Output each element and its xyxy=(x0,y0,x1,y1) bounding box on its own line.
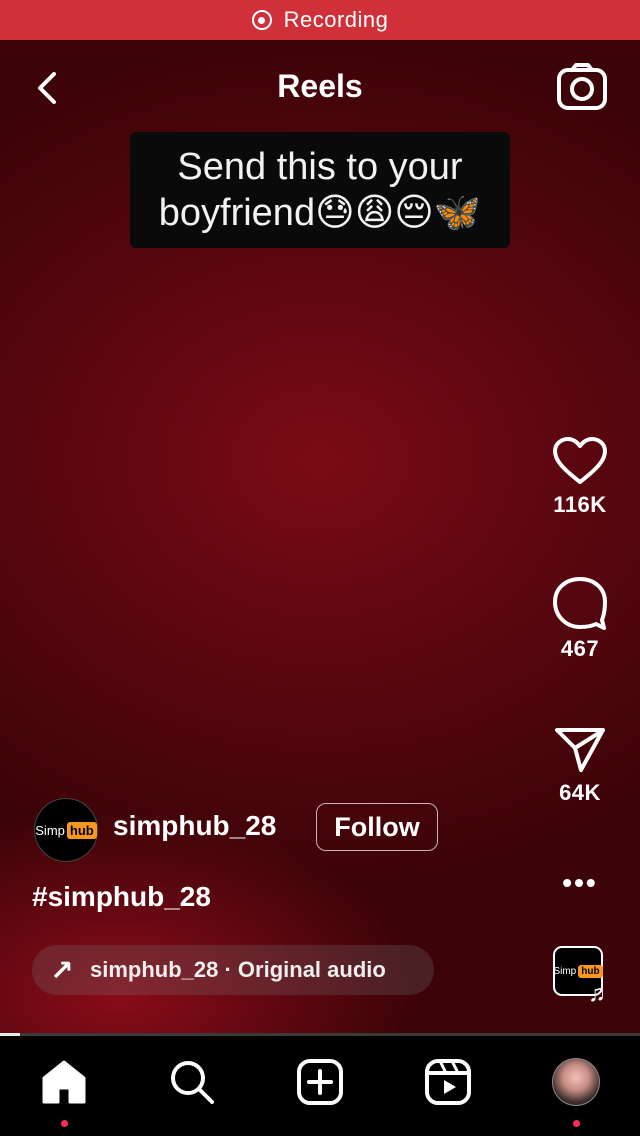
recording-status-bar[interactable]: Recording xyxy=(0,0,640,40)
comment-bubble-icon xyxy=(553,577,607,630)
recording-label: Recording xyxy=(283,7,389,32)
post-hashtag[interactable]: #simphub_28 xyxy=(32,881,211,913)
bottom-navigation xyxy=(0,1036,640,1136)
profile-avatar xyxy=(552,1058,600,1106)
creator-avatar[interactable]: Simp hub xyxy=(34,798,98,862)
audio-thumb-text: Simp xyxy=(553,965,577,977)
caption-line-2: boyfriend😓😩😔🦋 xyxy=(158,192,482,234)
share-count: 64K xyxy=(559,780,601,805)
reels-icon xyxy=(425,1059,471,1105)
avatar-logo-text: Simp xyxy=(35,822,65,838)
like-button[interactable]: 116K xyxy=(540,436,620,518)
caption-line-1: Send this to your xyxy=(177,146,463,188)
audio-thumb-logo: hub xyxy=(578,964,603,978)
comment-count: 467 xyxy=(560,636,600,661)
follow-button[interactable]: Follow xyxy=(316,803,438,851)
avatar-logo-hub: hub xyxy=(66,821,97,839)
send-icon xyxy=(555,728,605,772)
creator-username[interactable]: simphub_28 xyxy=(113,810,276,842)
comment-button[interactable]: 467 xyxy=(540,576,620,662)
nav-home[interactable] xyxy=(34,1058,94,1118)
audio-info-pill[interactable]: ↗ simphub_28 · Original audio xyxy=(32,945,434,995)
search-icon xyxy=(171,1061,214,1104)
recording-icon xyxy=(251,10,272,30)
nav-create[interactable] xyxy=(290,1058,350,1118)
profile-notification-dot xyxy=(573,1120,580,1127)
more-options-icon[interactable]: ••• xyxy=(560,869,600,897)
music-note-icon: ♫ xyxy=(588,980,606,1007)
nav-search[interactable] xyxy=(162,1058,222,1118)
like-count: 116K xyxy=(553,492,607,517)
arrow-up-right-icon: ↗ xyxy=(50,954,74,986)
home-notification-dot xyxy=(61,1120,68,1127)
audio-label: simphub_28 · Original audio xyxy=(90,957,386,982)
add-post-icon xyxy=(297,1059,343,1105)
nav-profile[interactable] xyxy=(546,1058,606,1118)
share-button[interactable]: 64K xyxy=(540,724,620,806)
video-caption-overlay: Send this to your boyfriend😓😩😔🦋 xyxy=(130,132,510,248)
page-title: Reels xyxy=(277,68,363,104)
nav-reels[interactable] xyxy=(418,1058,478,1118)
home-icon xyxy=(42,1060,86,1104)
heart-icon xyxy=(553,437,607,484)
camera-icon[interactable] xyxy=(555,62,609,112)
